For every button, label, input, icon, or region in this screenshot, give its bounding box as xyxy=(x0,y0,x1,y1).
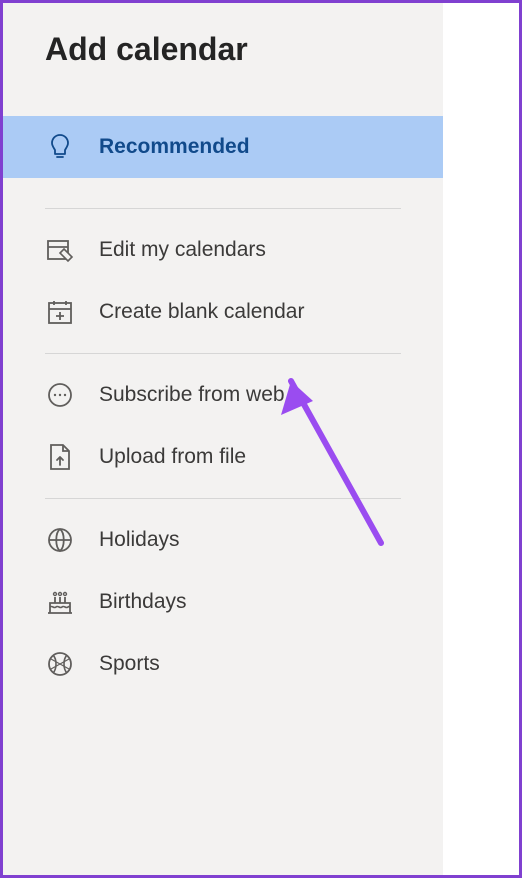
web-icon xyxy=(45,380,75,410)
menu-item-upload-file[interactable]: Upload from file xyxy=(3,426,443,488)
menu-label: Recommended xyxy=(99,135,250,159)
page-title: Add calendar xyxy=(3,31,443,68)
birthday-icon xyxy=(45,587,75,617)
menu-label: Upload from file xyxy=(99,445,246,469)
add-calendar-panel: Add calendar Recommended xyxy=(3,3,443,875)
create-calendar-icon xyxy=(45,297,75,327)
add-calendar-frame: Add calendar Recommended xyxy=(0,0,522,878)
sports-icon xyxy=(45,649,75,679)
lightbulb-icon xyxy=(45,132,75,162)
globe-icon xyxy=(45,525,75,555)
menu-item-holidays[interactable]: Holidays xyxy=(3,509,443,571)
upload-file-icon xyxy=(45,442,75,472)
menu-item-recommended[interactable]: Recommended xyxy=(3,116,443,178)
menu-label: Create blank calendar xyxy=(99,300,304,324)
menu-item-subscribe-web[interactable]: Subscribe from web xyxy=(3,364,443,426)
menu-label: Birthdays xyxy=(99,590,187,614)
menu-label: Subscribe from web xyxy=(99,383,285,407)
edit-calendar-icon xyxy=(45,235,75,265)
menu-label: Holidays xyxy=(99,528,180,552)
menu-label: Edit my calendars xyxy=(99,238,266,262)
menu-item-create-blank[interactable]: Create blank calendar xyxy=(3,281,443,343)
menu-item-birthdays[interactable]: Birthdays xyxy=(3,571,443,633)
menu-item-sports[interactable]: Sports xyxy=(3,633,443,695)
menu-label: Sports xyxy=(99,652,160,676)
menu-item-edit-calendars[interactable]: Edit my calendars xyxy=(3,219,443,281)
